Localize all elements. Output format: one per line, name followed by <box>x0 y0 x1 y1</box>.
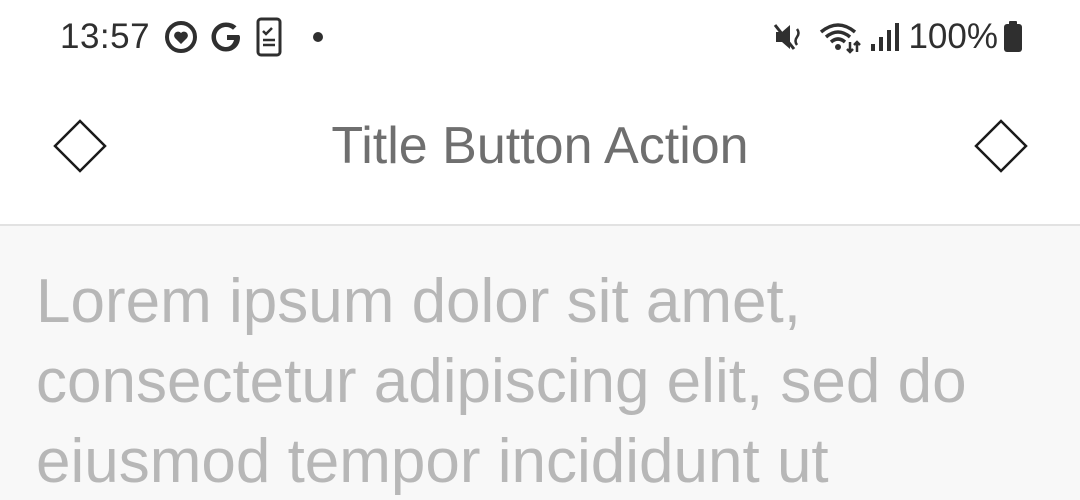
heart-circle-icon <box>164 20 198 54</box>
signal-icon <box>870 20 900 54</box>
body-text: Lorem ipsum dolor sit amet, consectetur … <box>36 267 967 496</box>
battery-icon <box>1002 20 1024 54</box>
vibrate-mute-icon <box>772 20 806 54</box>
status-bar: 13:57 100% <box>0 0 1080 76</box>
page-title: Title Button Action <box>331 117 749 175</box>
app-bar: Title Button Action <box>0 76 1080 226</box>
content-area: Lorem ipsum dolor sit amet, consectetur … <box>0 226 1080 500</box>
right-action-button[interactable] <box>973 118 1029 179</box>
diamond-icon <box>973 118 1029 179</box>
status-time: 13:57 <box>60 17 151 56</box>
google-icon <box>210 20 244 54</box>
status-right-group: 100% <box>760 14 1024 60</box>
status-left-group: 13:57 <box>60 14 324 60</box>
wifi-icon <box>818 20 862 54</box>
dot-icon <box>312 31 324 43</box>
phone-checklist-icon <box>256 17 282 57</box>
battery-percent: 100% <box>908 17 998 56</box>
